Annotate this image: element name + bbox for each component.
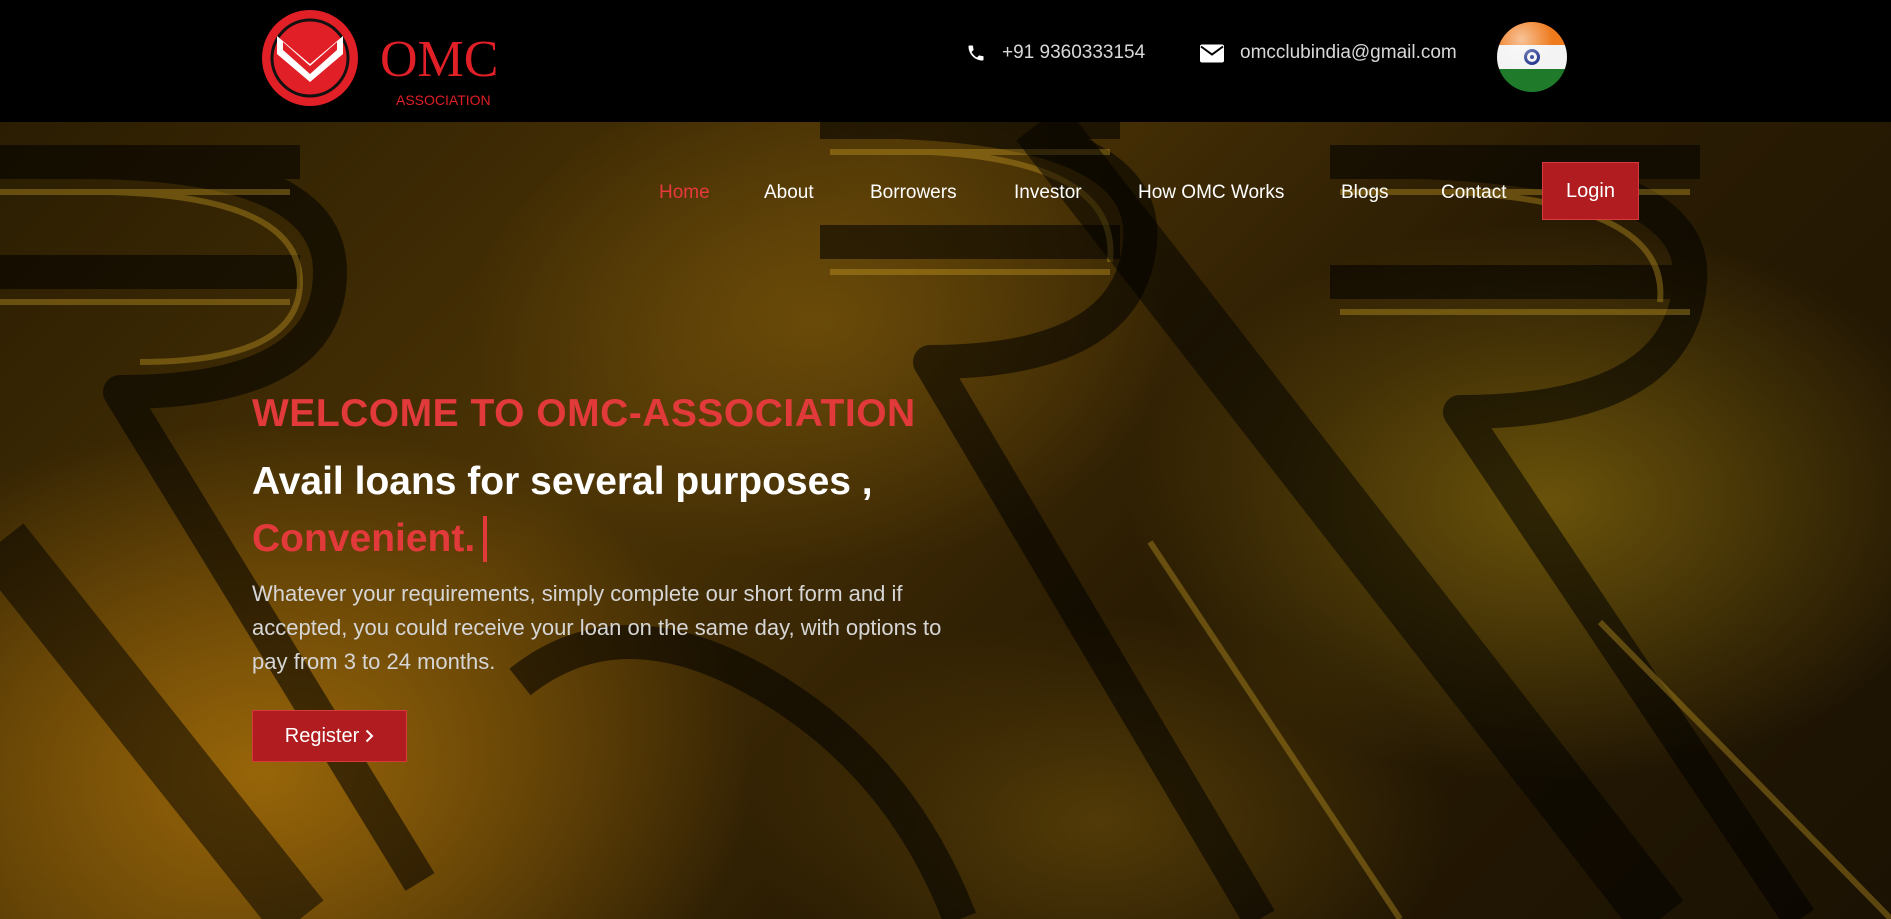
typed-text: Convenient.	[252, 516, 488, 562]
phone-contact[interactable]: +91 9360333154	[966, 42, 1145, 64]
phone-icon	[968, 45, 984, 61]
register-label: Register	[284, 724, 360, 747]
login-label: Login	[1566, 179, 1615, 202]
omc-logo[interactable]: OMC ASSOCIATION	[255, 6, 505, 110]
welcome-heading: WELCOME TO OMC-ASSOCIATION	[252, 392, 916, 435]
nav-home[interactable]: Home	[659, 182, 710, 204]
nav-about[interactable]: About	[764, 182, 814, 204]
register-button[interactable]: Register	[252, 710, 407, 762]
logo-subtitle: ASSOCIATION	[396, 92, 491, 108]
hero-section: Home About Borrowers Investor How OMC Wo…	[0, 122, 1891, 919]
typed-word: Convenient.	[252, 517, 476, 560]
nav-contact[interactable]: Contact	[1441, 182, 1506, 204]
login-button[interactable]: Login	[1542, 162, 1639, 220]
email-address[interactable]: omcclubindia@gmail.com	[1240, 42, 1457, 64]
hero-description: Whatever your requirements, simply compl…	[252, 581, 942, 674]
chevron-right-icon	[366, 729, 374, 743]
top-header: OMC ASSOCIATION +91 9360333154 omcclubin…	[0, 0, 1891, 122]
india-flag-icon[interactable]	[1497, 22, 1567, 92]
email-contact[interactable]: omcclubindia@gmail.com	[1200, 42, 1457, 64]
nav-how-omc-works[interactable]: How OMC Works	[1138, 182, 1284, 204]
phone-number[interactable]: +91 9360333154	[1002, 42, 1145, 64]
nav-investor[interactable]: Investor	[1014, 182, 1082, 204]
typing-cursor	[483, 516, 488, 562]
logo-wordmark: OMC	[380, 31, 498, 88]
nav-blogs[interactable]: Blogs	[1341, 182, 1389, 204]
hero-headline: Avail loans for several purposes ,	[252, 460, 873, 503]
nav-borrowers[interactable]: Borrowers	[870, 182, 957, 204]
envelope-icon	[1200, 44, 1224, 62]
